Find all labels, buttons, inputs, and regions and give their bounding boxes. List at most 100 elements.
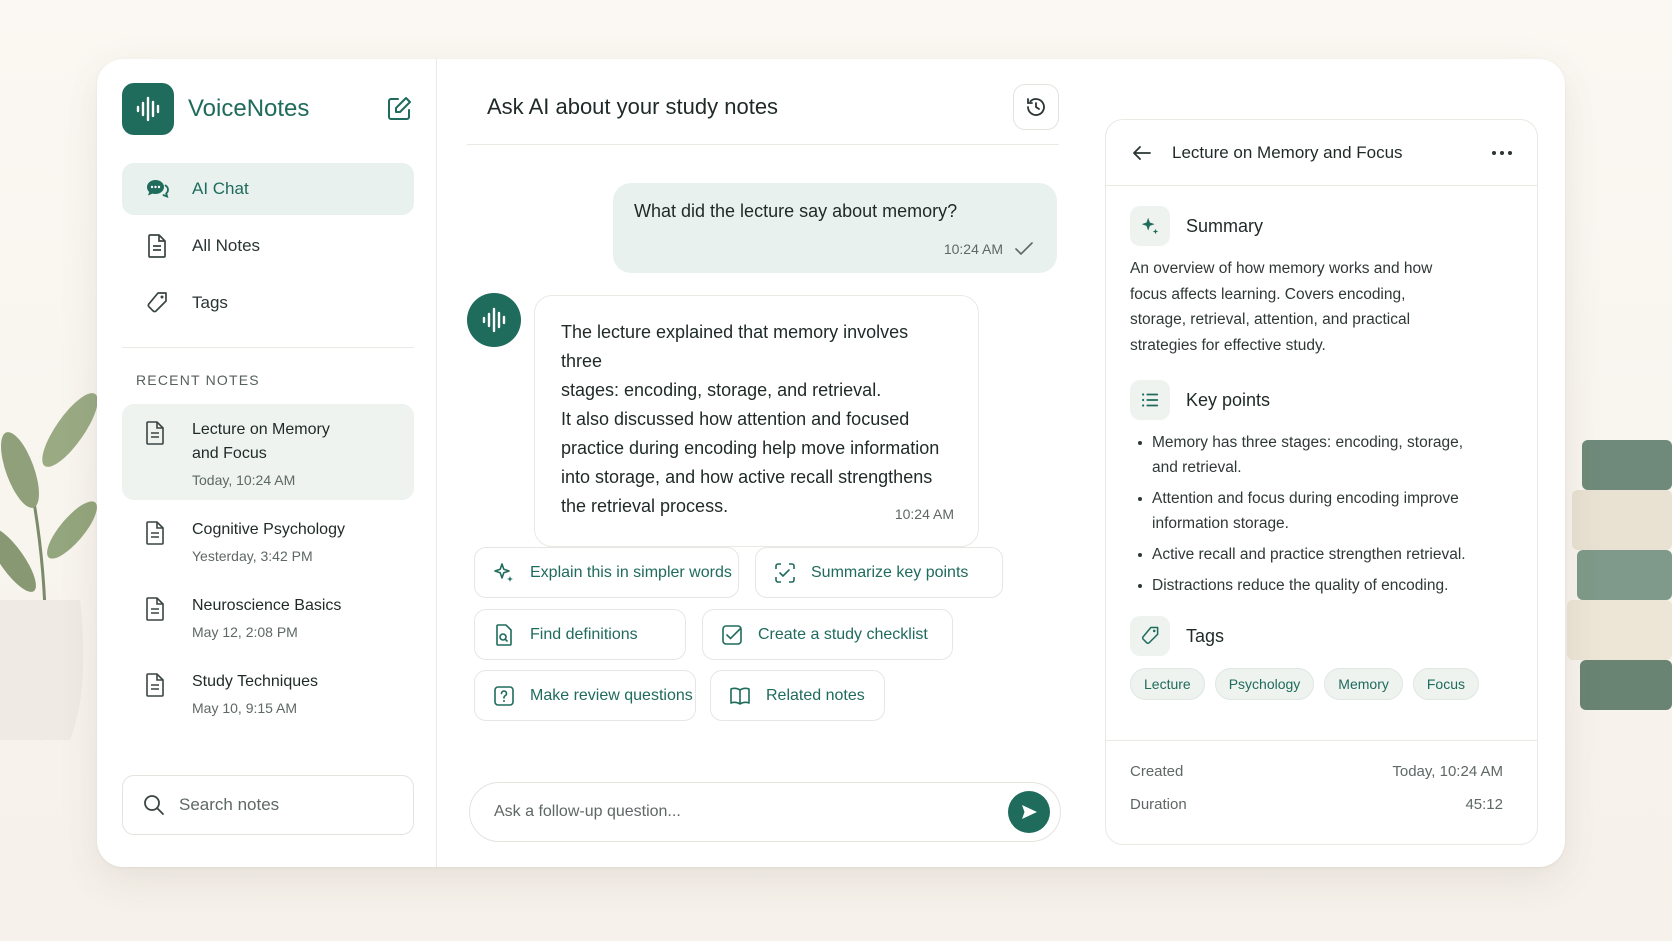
summary-header: Summary bbox=[1130, 206, 1515, 246]
ai-message-line: practice during encoding help move infor… bbox=[561, 438, 940, 458]
message-time: 10:24 AM bbox=[943, 241, 1003, 257]
sidebar-divider bbox=[122, 347, 414, 348]
meta-duration-row: Duration 45:12 bbox=[1130, 788, 1503, 821]
chip-label: Create a study checklist bbox=[758, 625, 928, 643]
tag-list: Lecture Psychology Memory Focus bbox=[1130, 668, 1515, 700]
nav-ai-chat[interactable]: AI Chat bbox=[122, 163, 414, 215]
tag-icon bbox=[147, 292, 167, 313]
voice-wave-icon bbox=[482, 307, 506, 333]
key-points-list: Memory has three stages: encoding, stora… bbox=[1130, 430, 1515, 598]
chat-panel: Ask AI about your study notes What did t… bbox=[437, 59, 1077, 867]
tag-icon bbox=[1130, 616, 1170, 656]
nav-all-notes[interactable]: All Notes bbox=[122, 220, 414, 272]
sparkle-icon bbox=[1130, 206, 1170, 246]
recent-note-item[interactable]: Lecture on Memory and Focus Today, 10:24… bbox=[122, 404, 414, 500]
note-date: Today, 10:24 AM bbox=[192, 472, 296, 488]
summary-text: An overview of how memory works and how … bbox=[1130, 260, 1433, 354]
document-icon bbox=[146, 673, 164, 697]
follow-up-input[interactable] bbox=[494, 803, 1008, 821]
search-icon bbox=[144, 795, 164, 815]
key-points-header: Key points bbox=[1130, 380, 1515, 420]
detail-body: Summary An overview of how memory works … bbox=[1106, 186, 1537, 700]
meta-created-row: Created Today, 10:24 AM bbox=[1130, 755, 1503, 788]
tag-chip[interactable]: Psychology bbox=[1214, 668, 1315, 700]
ai-message-line: stages: encoding, storage, and retrieval… bbox=[561, 380, 882, 400]
more-options-icon[interactable] bbox=[1489, 140, 1515, 166]
tag-chip[interactable]: Memory bbox=[1324, 668, 1403, 700]
app-name: VoiceNotes bbox=[188, 95, 310, 122]
note-detail-title: Lecture on Memory and Focus bbox=[1172, 142, 1403, 162]
tag-chip[interactable]: Lecture bbox=[1130, 668, 1205, 700]
history-button[interactable] bbox=[1013, 83, 1059, 130]
document-icon bbox=[146, 597, 164, 621]
chat-header: Ask AI about your study notes bbox=[467, 59, 1059, 145]
search-box[interactable] bbox=[122, 775, 414, 835]
question-icon bbox=[494, 685, 514, 706]
nav-tags[interactable]: Tags bbox=[122, 277, 414, 329]
suggestion-related-notes-button[interactable]: Related notes bbox=[710, 670, 885, 721]
ai-message-line: The lecture explained that memory involv… bbox=[561, 322, 909, 371]
chip-label: Find definitions bbox=[530, 625, 638, 643]
voice-wave-logo-icon bbox=[122, 83, 174, 135]
tag-chip[interactable]: Focus bbox=[1412, 668, 1479, 700]
user-message-meta: 10:24 AM bbox=[944, 241, 1033, 257]
checkbox-icon bbox=[722, 624, 742, 645]
meta-label: Duration bbox=[1130, 796, 1187, 813]
message-composer[interactable] bbox=[469, 782, 1061, 842]
ai-message: The lecture explained that memory involv… bbox=[534, 295, 979, 547]
sparkle-icon bbox=[494, 562, 513, 582]
detail-header: Lecture on Memory and Focus bbox=[1106, 120, 1537, 186]
list-icon bbox=[1130, 380, 1170, 420]
recent-note-item[interactable]: Neuroscience Basics May 12, 2:08 PM bbox=[122, 580, 414, 652]
user-message: What did the lecture say about memory? 1… bbox=[613, 183, 1057, 273]
suggestion-review-questions-button[interactable]: Make review questions bbox=[474, 670, 696, 721]
note-detail-panel: Lecture on Memory and Focus Summary An o… bbox=[1105, 119, 1538, 845]
nav-label: AI Chat bbox=[192, 179, 249, 198]
summary-title: Summary bbox=[1186, 215, 1264, 236]
ai-message-text: The lecture explained that memory involv… bbox=[561, 318, 954, 521]
search-input[interactable] bbox=[179, 795, 399, 815]
compose-icon[interactable] bbox=[384, 94, 414, 124]
suggestion-summarize-button[interactable]: Summarize key points bbox=[755, 547, 1003, 598]
chip-label: Related notes bbox=[766, 686, 865, 704]
tags-title: Tags bbox=[1186, 625, 1225, 646]
chip-label: Summarize key points bbox=[811, 563, 969, 581]
key-point-item: Attention and focus during encoding impr… bbox=[1130, 486, 1490, 536]
ai-message-line: It also discussed how attention and focu… bbox=[561, 409, 910, 429]
suggestion-checklist-button[interactable]: Create a study checklist bbox=[702, 609, 953, 660]
note-title: Study Techniques bbox=[192, 673, 319, 690]
app-window: VoiceNotes AI Chat All Notes Tags RECENT… bbox=[97, 59, 1565, 867]
history-clock-icon bbox=[1027, 97, 1045, 116]
key-point-item: Distractions reduce the quality of encod… bbox=[1130, 573, 1490, 598]
suggestion-definitions-button[interactable]: Find definitions bbox=[474, 609, 686, 660]
recent-note-item[interactable]: Study Techniques May 10, 9:15 AM bbox=[122, 656, 414, 728]
document-icon bbox=[146, 521, 164, 545]
ai-avatar bbox=[467, 293, 521, 347]
send-button[interactable] bbox=[1008, 791, 1050, 833]
back-arrow-icon[interactable] bbox=[1130, 141, 1154, 165]
brand: VoiceNotes bbox=[122, 83, 414, 135]
meta-label: Created bbox=[1130, 763, 1184, 780]
recent-notes-label: RECENT NOTES bbox=[136, 372, 260, 388]
user-message-text: What did the lecture say about memory? bbox=[634, 201, 958, 221]
note-title: Cognitive Psychology bbox=[192, 521, 345, 538]
suggestion-explain-button[interactable]: Explain this in simpler words bbox=[474, 547, 739, 598]
document-search-icon bbox=[496, 623, 512, 646]
key-points-title: Key points bbox=[1186, 389, 1271, 410]
checklist-scan-icon bbox=[775, 562, 795, 583]
nav-label: Tags bbox=[192, 293, 228, 312]
note-date: Yesterday, 3:42 PM bbox=[192, 548, 313, 564]
note-title: Lecture on Memory and Focus bbox=[192, 421, 330, 462]
chat-bubbles-icon bbox=[147, 180, 169, 199]
meta-value: 45:12 bbox=[1465, 796, 1503, 813]
note-meta: Created Today, 10:24 AM Duration 45:12 bbox=[1106, 740, 1537, 844]
recent-note-item[interactable]: Cognitive Psychology Yesterday, 3:42 PM bbox=[122, 504, 414, 576]
document-icon bbox=[146, 421, 164, 445]
book-icon bbox=[730, 687, 750, 705]
sidebar: VoiceNotes AI Chat All Notes Tags RECENT… bbox=[97, 59, 437, 867]
note-date: May 10, 9:15 AM bbox=[192, 700, 298, 716]
chip-label: Explain this in simpler words bbox=[530, 563, 732, 581]
key-point-item: Memory has three stages: encoding, stora… bbox=[1130, 430, 1490, 480]
tags-header: Tags bbox=[1130, 616, 1515, 656]
chip-label: Make review questions bbox=[530, 686, 693, 704]
